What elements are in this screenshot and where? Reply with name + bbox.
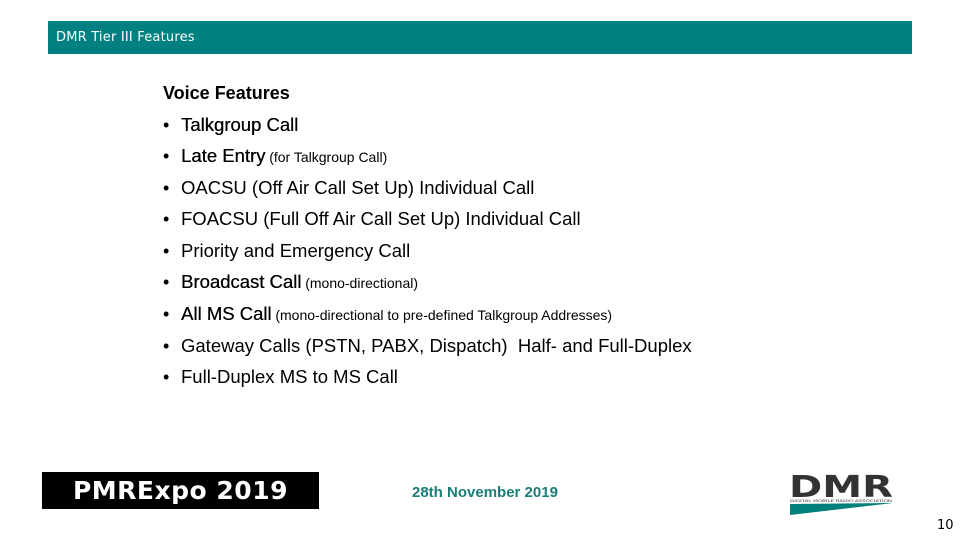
feature-label: Gateway Calls (PSTN, PABX, Dispatch) Hal… [181, 334, 692, 356]
feature-label: Priority and Emergency Call [181, 239, 411, 261]
feature-label: Talkgroup Call [181, 113, 299, 135]
slide-content: Voice Features • Talkgroup Call • Late E… [163, 81, 692, 397]
feature-list: • Talkgroup Call • Late Entry (for Talkg… [163, 113, 692, 397]
feature-item: • Late Entry (for Talkgroup Call) [163, 144, 692, 176]
dmr-logo-swoosh [790, 503, 893, 515]
feature-note: (mono-directional) [301, 275, 419, 292]
feature-label: OACSU (Off Air Call Set Up) Individual C… [181, 176, 535, 198]
feature-label: Broadcast Call [181, 271, 302, 293]
bullet-icon: • [163, 146, 170, 167]
pmrexpo-logo: PMRExpo 2019 [42, 472, 319, 509]
dmr-logo-tagline: DIGITAL MOBILE RADIO ASSOCIATION [790, 499, 892, 503]
dmr-logo: DMR DIGITAL MOBILE RADIO ASSOCIATION [789, 472, 893, 515]
feature-label: All MS Call [181, 303, 272, 325]
section-title: Voice Features [163, 83, 290, 103]
bullet-icon: • [163, 114, 170, 135]
feature-item: • Priority and Emergency Call [163, 239, 692, 271]
feature-item: • Gateway Calls (PSTN, PABX, Dispatch) H… [163, 334, 692, 366]
feature-item: • Talkgroup Call [163, 113, 692, 145]
slide-header-bar: DMR Tier III Features [48, 21, 912, 54]
page-number: 10 [937, 518, 954, 533]
bullet-icon: • [163, 335, 170, 356]
feature-item: • All MS Call (mono-directional to pre-d… [163, 302, 692, 334]
bullet-icon: • [163, 209, 170, 230]
feature-label: FOACSU (Full Off Air Call Set Up) Indivi… [181, 208, 581, 230]
slide-title: DMR Tier III Features [56, 30, 195, 45]
bullet-icon: • [163, 240, 170, 261]
footer-date: 28th November 2019 [412, 484, 558, 501]
feature-item: • Broadcast Call (mono-directional) [163, 270, 692, 302]
feature-item: • FOACSU (Full Off Air Call Set Up) Indi… [163, 207, 692, 239]
feature-item: • OACSU (Off Air Call Set Up) Individual… [163, 176, 692, 208]
feature-note: (for Talkgroup Call) [265, 149, 388, 166]
bullet-icon: • [163, 272, 170, 293]
feature-label: Full-Duplex MS to MS Call [181, 366, 398, 388]
pmrexpo-logo-text: PMRExpo 2019 [72, 476, 288, 505]
feature-label: Late Entry [181, 145, 266, 167]
bullet-icon: • [163, 177, 170, 198]
feature-note: (mono-directional to pre-defined Talkgro… [271, 307, 613, 324]
feature-item: • Full-Duplex MS to MS Call [163, 365, 692, 397]
bullet-icon: • [163, 367, 170, 388]
bullet-icon: • [163, 304, 170, 325]
